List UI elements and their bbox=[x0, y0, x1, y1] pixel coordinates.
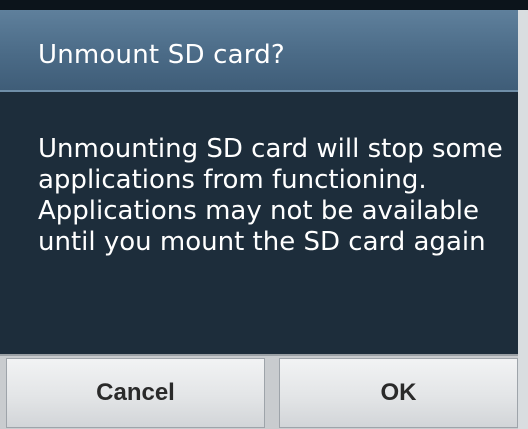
dialog-title: Unmount SD card? bbox=[38, 40, 285, 70]
dialog-body: Unmounting SD card will stop some applic… bbox=[0, 92, 518, 354]
dialog-button-row: Cancel OK bbox=[0, 354, 518, 429]
ok-button[interactable]: OK bbox=[279, 358, 518, 428]
dialog-message: Unmounting SD card will stop some applic… bbox=[38, 134, 503, 257]
cancel-button[interactable]: Cancel bbox=[6, 358, 265, 428]
dialog-title-bar: Unmount SD card? bbox=[0, 10, 518, 92]
status-bar-strip bbox=[0, 0, 528, 10]
background-edge bbox=[518, 10, 528, 429]
unmount-sd-dialog: Unmount SD card? Unmounting SD card will… bbox=[0, 0, 528, 429]
